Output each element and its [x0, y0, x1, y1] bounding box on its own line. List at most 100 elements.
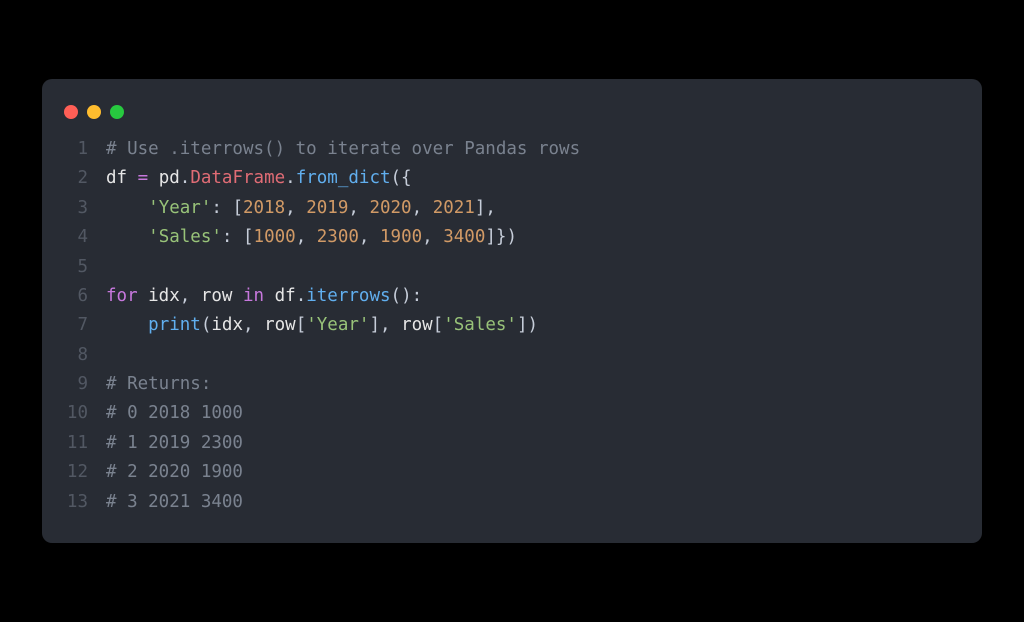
- code-line: 3 'Year': [2018, 2019, 2020, 2021],: [64, 194, 960, 223]
- token: ]}): [485, 227, 517, 247]
- code-line: 12# 2 2020 1900: [64, 458, 960, 487]
- code-line: 7 print(idx, row['Year'], row['Sales']): [64, 311, 960, 340]
- token: .: [285, 168, 296, 188]
- line-content: df = pd.DataFrame.from_dict({: [106, 164, 412, 193]
- token: # 3 2021 3400: [106, 492, 243, 512]
- token: 1900: [380, 227, 422, 247]
- token: DataFrame: [190, 168, 285, 188]
- line-content: 'Sales': [1000, 2300, 1900, 3400]}): [106, 223, 517, 252]
- code-line: 13# 3 2021 3400: [64, 488, 960, 517]
- code-line: 5: [64, 253, 960, 282]
- token: : [: [222, 227, 254, 247]
- token: (: [201, 315, 212, 335]
- token: [106, 198, 148, 218]
- token: ,: [422, 227, 443, 247]
- token: 1000: [254, 227, 296, 247]
- token: 2300: [317, 227, 359, 247]
- line-content: # 1 2019 2300: [106, 429, 243, 458]
- line-number: 13: [64, 488, 106, 517]
- code-line: 2df = pd.DataFrame.from_dict({: [64, 164, 960, 193]
- token: 'Year': [306, 315, 369, 335]
- close-icon[interactable]: [64, 105, 78, 119]
- token: pd: [148, 168, 180, 188]
- token: 'Sales': [443, 315, 517, 335]
- token: ],: [475, 198, 496, 218]
- line-content: # 3 2021 3400: [106, 488, 243, 517]
- token: [: [433, 315, 444, 335]
- token: idx: [138, 286, 180, 306]
- line-number: 5: [64, 253, 106, 282]
- line-number: 7: [64, 311, 106, 340]
- line-number: 2: [64, 164, 106, 193]
- token: for: [106, 286, 138, 306]
- token: df: [106, 168, 138, 188]
- code-line: 9# Returns:: [64, 370, 960, 399]
- code-line: 1# Use .iterrows() to iterate over Panda…: [64, 135, 960, 164]
- token: 2021: [433, 198, 475, 218]
- token: ():: [391, 286, 423, 306]
- token: : [: [211, 198, 243, 218]
- token: [106, 315, 148, 335]
- line-number: 4: [64, 223, 106, 252]
- line-content: for idx, row in df.iterrows():: [106, 282, 422, 311]
- token: in: [243, 286, 264, 306]
- token: [: [296, 315, 307, 335]
- zoom-icon[interactable]: [110, 105, 124, 119]
- token: ,: [296, 227, 317, 247]
- line-content: print(idx, row['Year'], row['Sales']): [106, 311, 538, 340]
- token: df: [264, 286, 296, 306]
- code-block: 1# Use .iterrows() to iterate over Panda…: [42, 135, 982, 517]
- token: ,: [412, 198, 433, 218]
- token: # 1 2019 2300: [106, 433, 243, 453]
- token: ,: [285, 198, 306, 218]
- token: # 0 2018 1000: [106, 403, 243, 423]
- line-content: # Returns:: [106, 370, 211, 399]
- token: iterrows: [306, 286, 390, 306]
- token: ,: [348, 198, 369, 218]
- token: ],: [369, 315, 401, 335]
- token: row: [264, 315, 296, 335]
- token: ,: [180, 286, 201, 306]
- token: ,: [359, 227, 380, 247]
- code-line: 10# 0 2018 1000: [64, 399, 960, 428]
- token: =: [138, 168, 149, 188]
- window-titlebar: [42, 99, 982, 135]
- code-window: 1# Use .iterrows() to iterate over Panda…: [42, 79, 982, 543]
- token: 'Sales': [148, 227, 222, 247]
- code-line: 8: [64, 341, 960, 370]
- line-number: 6: [64, 282, 106, 311]
- token: # 2 2020 1900: [106, 462, 243, 482]
- token: [106, 227, 148, 247]
- line-number: 3: [64, 194, 106, 223]
- token: .: [180, 168, 191, 188]
- token: 2020: [369, 198, 411, 218]
- token: idx: [211, 315, 243, 335]
- minimize-icon[interactable]: [87, 105, 101, 119]
- token: ({: [391, 168, 412, 188]
- token: 'Year': [148, 198, 211, 218]
- token: .: [296, 286, 307, 306]
- token: from_dict: [296, 168, 391, 188]
- token: print: [148, 315, 201, 335]
- line-number: 1: [64, 135, 106, 164]
- code-line: 11# 1 2019 2300: [64, 429, 960, 458]
- line-number: 10: [64, 399, 106, 428]
- line-content: # 2 2020 1900: [106, 458, 243, 487]
- line-content: # Use .iterrows() to iterate over Pandas…: [106, 135, 580, 164]
- token: ]): [517, 315, 538, 335]
- token: # Returns:: [106, 374, 211, 394]
- token: row: [401, 315, 433, 335]
- token: 2019: [306, 198, 348, 218]
- token: ,: [243, 315, 264, 335]
- line-content: 'Year': [2018, 2019, 2020, 2021],: [106, 194, 496, 223]
- token: 2018: [243, 198, 285, 218]
- line-content: # 0 2018 1000: [106, 399, 243, 428]
- code-line: 4 'Sales': [1000, 2300, 1900, 3400]}): [64, 223, 960, 252]
- line-number: 11: [64, 429, 106, 458]
- line-number: 9: [64, 370, 106, 399]
- token: 3400: [443, 227, 485, 247]
- token: row: [201, 286, 243, 306]
- line-number: 12: [64, 458, 106, 487]
- line-number: 8: [64, 341, 106, 370]
- token: # Use .iterrows() to iterate over Pandas…: [106, 139, 580, 159]
